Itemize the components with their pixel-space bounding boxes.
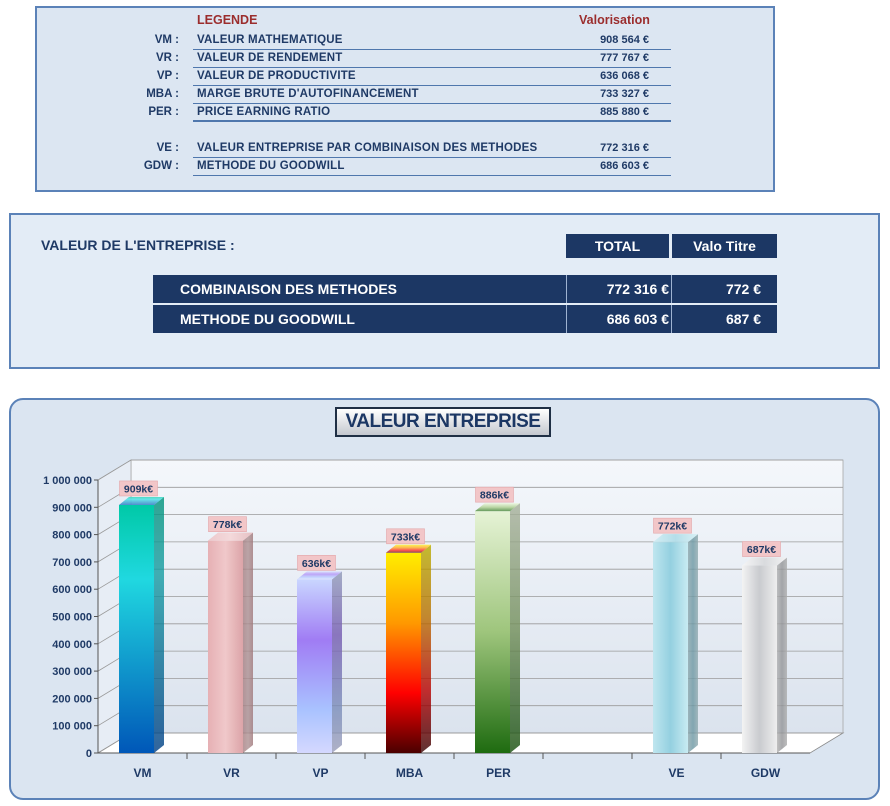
bar-gdw: 687k€ xyxy=(742,541,787,753)
bar-vm: 909k€ xyxy=(119,480,164,753)
y-tick-label: 700 000 xyxy=(52,557,92,569)
x-tick-label: PER xyxy=(486,766,511,780)
bar-vr: 778k€ xyxy=(208,516,253,753)
data-label: 909k€ xyxy=(124,483,153,495)
x-tick-label: MBA xyxy=(396,766,424,780)
bar-chart: 0 100 000 200 000 300 000 400 000 500 000 600 … xyxy=(43,459,845,780)
bar-front xyxy=(386,552,421,753)
bar-ve: 772k€ xyxy=(653,517,698,753)
chart-title: VALEUR ENTREPRISE xyxy=(335,407,551,437)
y-tick-label: 200 000 xyxy=(52,693,92,705)
data-label: 778k€ xyxy=(213,519,242,531)
bar-front xyxy=(208,540,243,753)
data-label: 636k€ xyxy=(302,558,331,570)
data-label: 733k€ xyxy=(391,531,420,543)
bar-per: 886k€ xyxy=(475,486,520,753)
bar-front xyxy=(742,565,777,753)
bar-side-shade xyxy=(777,557,787,753)
x-tick-label: VM xyxy=(134,766,152,780)
bar-mba: 733k€ xyxy=(386,528,431,753)
y-tick-label: 400 000 xyxy=(52,639,92,651)
x-tick-label: VR xyxy=(223,766,240,780)
bar-front xyxy=(297,579,332,753)
x-tick-label: GDW xyxy=(751,766,781,780)
bar-side-shade xyxy=(154,496,164,753)
x-tick-label: VP xyxy=(312,766,328,780)
bar-side-shade xyxy=(421,544,431,753)
y-tick-label: 600 000 xyxy=(52,584,92,596)
bar-side-shade xyxy=(688,534,698,753)
bar-front xyxy=(475,511,510,753)
x-tick-label: VE xyxy=(668,766,684,780)
y-tick-label: 1 000 000 xyxy=(43,475,92,487)
data-label: 886k€ xyxy=(480,490,509,502)
bar-side-shade xyxy=(332,571,342,753)
y-tick-label: 0 xyxy=(86,748,92,760)
bar-front xyxy=(653,542,688,753)
data-label: 687k€ xyxy=(747,544,776,556)
bar-front xyxy=(119,504,154,753)
y-tick-label: 300 000 xyxy=(52,666,92,678)
bar-side-shade xyxy=(510,503,520,753)
y-tick-label: 900 000 xyxy=(52,502,92,514)
y-tick-label: 100 000 xyxy=(52,721,92,733)
y-tick-label: 800 000 xyxy=(52,530,92,542)
bar-side-shade xyxy=(243,532,253,753)
y-tick-label: 500 000 xyxy=(52,612,92,624)
data-label: 772k€ xyxy=(658,521,687,533)
bar-vp: 636k€ xyxy=(297,555,342,753)
